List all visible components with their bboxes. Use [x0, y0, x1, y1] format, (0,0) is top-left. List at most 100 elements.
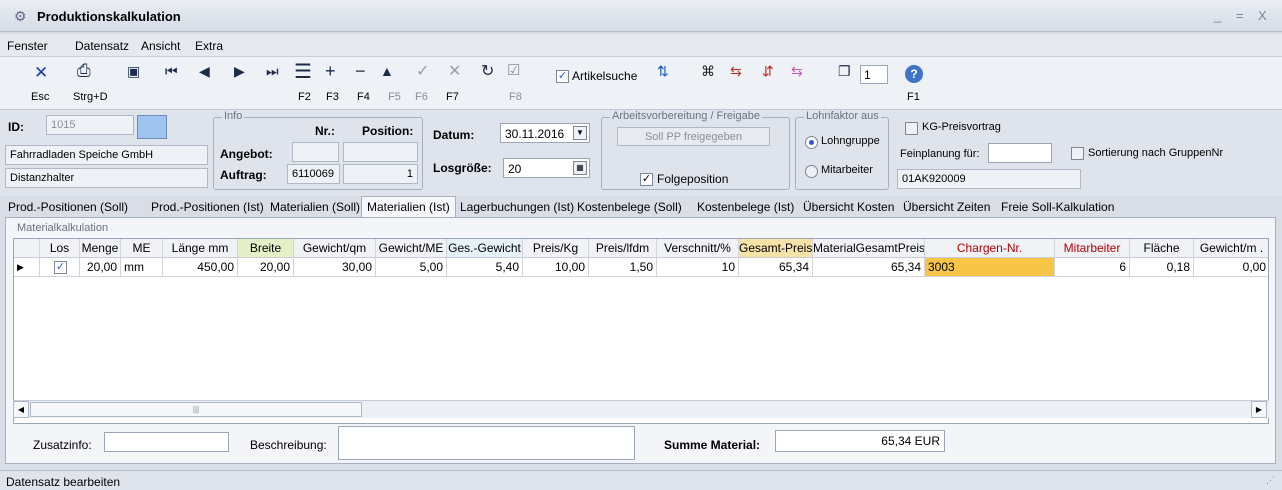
- column-header[interactable]: Gewicht/m .: [1194, 239, 1268, 258]
- menu-fenster[interactable]: Fenster: [7, 39, 48, 53]
- sort-icon[interactable]: ⇅: [657, 63, 669, 80]
- beschreibung-input[interactable]: [338, 426, 635, 460]
- kg-preisvortrag-checkbox[interactable]: [905, 122, 918, 135]
- up-icon[interactable]: ▲: [380, 63, 394, 79]
- mitarbeiter-radio[interactable]: [805, 165, 818, 178]
- lohngruppe-radio[interactable]: [805, 136, 818, 149]
- table-cell[interactable]: 6: [1055, 258, 1130, 277]
- scroll-thumb[interactable]: |||: [30, 402, 362, 417]
- column-header[interactable]: Chargen-Nr.: [925, 239, 1055, 258]
- column-header[interactable]: Gesamt-Preis: [739, 239, 813, 258]
- move-left-icon[interactable]: ⇆: [730, 63, 742, 80]
- help-icon[interactable]: ?: [905, 65, 923, 83]
- maximize-button[interactable]: =: [1236, 8, 1244, 23]
- title-bar: ⚙ Produktionskalkulation _ = X: [0, 0, 1282, 32]
- column-header[interactable]: Länge mm: [163, 239, 238, 258]
- resize-grip-icon[interactable]: ⋰: [1266, 475, 1275, 486]
- tab-kostenbelege-ist[interactable]: Kostenbelege (Ist): [697, 200, 794, 214]
- column-header[interactable]: Preis/lfdm: [589, 239, 657, 258]
- artikelsuche-checkbox[interactable]: ✓: [556, 70, 569, 83]
- move-down-icon[interactable]: ⇵: [762, 63, 774, 80]
- check-icon[interactable]: ✓: [416, 61, 429, 81]
- column-header[interactable]: Menge: [80, 239, 121, 258]
- soll-pp-button[interactable]: Soll PP freigegeben: [617, 127, 770, 146]
- table-cell[interactable]: 65,34: [813, 258, 925, 277]
- row-indicator-icon[interactable]: ▶: [14, 258, 40, 277]
- remove-icon[interactable]: −: [355, 61, 366, 82]
- table-cell[interactable]: 5,40: [447, 258, 523, 277]
- tab-prod-positionen-ist[interactable]: Prod.-Positionen (Ist): [151, 200, 264, 214]
- calculator-icon[interactable]: ▦: [573, 161, 587, 175]
- status-text: Datensatz bearbeiten: [6, 475, 121, 489]
- folgeposition-checkbox[interactable]: ✓: [640, 173, 653, 186]
- feinplanung-input[interactable]: [988, 143, 1052, 163]
- column-header[interactable]: MaterialGesamtPreis: [813, 239, 925, 258]
- table-cell[interactable]: 450,00: [163, 258, 238, 277]
- refresh-icon[interactable]: ↻: [481, 61, 494, 81]
- chargen-cell[interactable]: 3003: [925, 258, 1055, 277]
- tab-uebersicht-zeiten[interactable]: Übersicht Zeiten: [903, 200, 990, 214]
- menu-extra[interactable]: Extra: [195, 39, 223, 53]
- column-header[interactable]: Los: [40, 239, 80, 258]
- column-header[interactable]: Gewicht/ME: [376, 239, 447, 258]
- monitor-icon[interactable]: ▣: [127, 63, 140, 80]
- column-header[interactable]: Verschnitt/%: [657, 239, 739, 258]
- scroll-right-icon[interactable]: ▶: [1251, 401, 1267, 418]
- tab-kostenbelege-soll[interactable]: Kostenbelege (Soll): [577, 200, 682, 214]
- table-cell[interactable]: 20,00: [80, 258, 121, 277]
- column-header[interactable]: Mitarbeiter: [1055, 239, 1130, 258]
- tree-icon[interactable]: ⌘: [701, 63, 715, 80]
- auftrag-nr-field: 6110069: [287, 164, 340, 184]
- date-dropdown-icon[interactable]: ▼: [573, 126, 587, 140]
- page-input[interactable]: 1: [860, 65, 888, 84]
- tab-freie-soll-kalkulation[interactable]: Freie Soll-Kalkulation: [1001, 200, 1114, 214]
- next-record-icon[interactable]: ▶: [234, 63, 245, 80]
- menu-ansicht[interactable]: Ansicht: [141, 39, 180, 53]
- column-header[interactable]: Ges.-Gewicht: [447, 239, 523, 258]
- id-label: ID:: [8, 120, 24, 134]
- last-record-icon[interactable]: ⏭: [266, 63, 279, 80]
- cancel-edit-icon[interactable]: ✕: [448, 61, 461, 81]
- app-gear-icon: ⚙: [14, 8, 27, 24]
- table-cell[interactable]: 0,00: [1194, 258, 1268, 277]
- indent-icon[interactable]: ⇆: [791, 63, 803, 80]
- insert-row-icon[interactable]: ☰: [294, 59, 312, 84]
- column-header[interactable]: ME: [121, 239, 163, 258]
- tab-uebersicht-kosten[interactable]: Übersicht Kosten: [803, 200, 894, 214]
- approve-icon[interactable]: ☑: [507, 61, 520, 79]
- sortierung-checkbox[interactable]: [1071, 147, 1084, 160]
- tab-materialien-ist[interactable]: Materialien (Ist): [361, 196, 456, 218]
- table-cell[interactable]: 5,00: [376, 258, 447, 277]
- tab-materialien-soll[interactable]: Materialien (Soll): [270, 200, 360, 214]
- column-header[interactable]: Gewicht/qm: [294, 239, 376, 258]
- first-record-icon[interactable]: ⏮: [165, 63, 178, 80]
- tab-prod-positionen-soll[interactable]: Prod.-Positionen (Soll): [8, 200, 128, 214]
- cancel-icon[interactable]: ✕: [34, 63, 48, 83]
- column-header[interactable]: Preis/Kg: [523, 239, 589, 258]
- tab-lagerbuchungen-ist[interactable]: Lagerbuchungen (Ist): [460, 200, 574, 214]
- table-cell[interactable]: 10: [657, 258, 739, 277]
- copy-pages-icon[interactable]: ❐: [838, 63, 851, 80]
- column-header[interactable]: Fläche: [1130, 239, 1194, 258]
- add-icon[interactable]: +: [325, 61, 336, 82]
- losgroesse-label: Losgröße:: [433, 161, 492, 175]
- color-swatch[interactable]: [137, 115, 167, 139]
- minimize-button[interactable]: _: [1214, 8, 1221, 23]
- column-header[interactable]: Breite: [238, 239, 294, 258]
- table-cell[interactable]: 65,34: [739, 258, 813, 277]
- table-cell[interactable]: mm: [121, 258, 163, 277]
- table-cell[interactable]: 0,18: [1130, 258, 1194, 277]
- previous-record-icon[interactable]: ◀: [199, 63, 210, 80]
- menu-datensatz[interactable]: Datensatz: [75, 39, 129, 53]
- horizontal-scrollbar[interactable]: ◀ ||| ▶: [13, 400, 1269, 418]
- close-button[interactable]: X: [1258, 8, 1267, 23]
- table-cell[interactable]: 20,00: [238, 258, 294, 277]
- table-cell[interactable]: 30,00: [294, 258, 376, 277]
- los-cell[interactable]: ✓: [40, 258, 80, 277]
- f7-label: F7: [446, 91, 459, 103]
- zusatzinfo-input[interactable]: [104, 432, 229, 452]
- table-cell[interactable]: 1,50: [589, 258, 657, 277]
- table-cell[interactable]: 10,00: [523, 258, 589, 277]
- print-icon[interactable]: ⎙: [77, 61, 91, 81]
- scroll-left-icon[interactable]: ◀: [13, 401, 29, 418]
